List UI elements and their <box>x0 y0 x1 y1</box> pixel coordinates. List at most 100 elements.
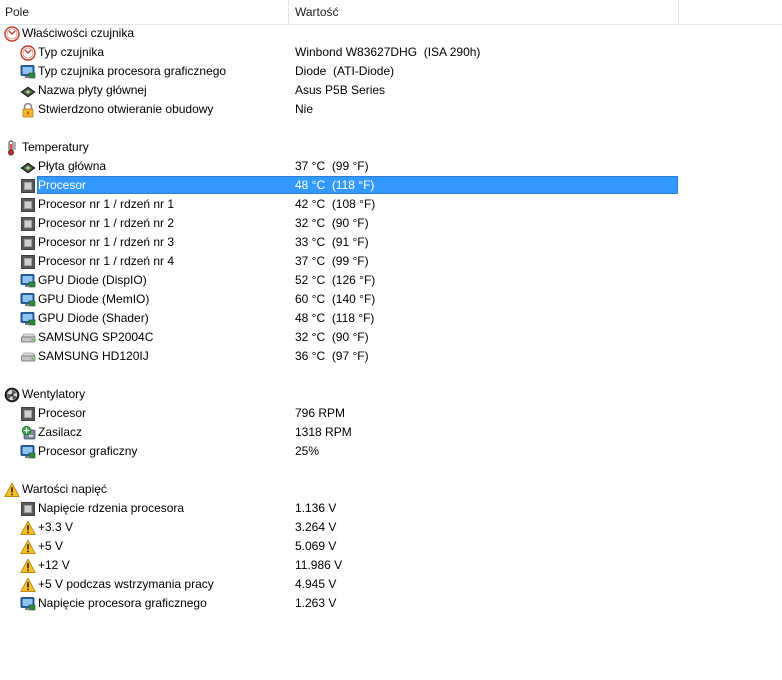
sensor-value: Nie <box>295 102 314 116</box>
sensor-value: 1.136 V <box>295 501 337 515</box>
sensor-row[interactable]: Procesor nr 1 / rdzeń nr 1 42 °C (108 °F) <box>0 195 782 214</box>
sensor-label: GPU Diode (MemIO) <box>38 292 150 306</box>
sensor-value: 1.263 V <box>295 596 337 610</box>
sensor-row[interactable]: Typ czujnika procesora graficznego Diode … <box>0 62 782 81</box>
sensor-row[interactable]: GPU Diode (MemIO) 60 °C (140 °F) <box>0 290 782 309</box>
cpu-icon <box>20 235 36 251</box>
sensor-value: 11.986 V <box>295 558 343 572</box>
column-header-value[interactable]: Wartość <box>289 0 679 24</box>
sensor-row[interactable]: Procesor 48 °C (118 °F) <box>0 176 782 195</box>
sensor-value: Winbond W83627DHG (ISA 290h) <box>295 45 481 59</box>
monitor-gpu-icon <box>20 292 36 308</box>
power-supply-icon <box>20 425 36 441</box>
sensor-label: Płyta główna <box>38 159 107 173</box>
sensor-label: Zasilacz <box>38 425 83 439</box>
sensor-row[interactable]: SAMSUNG HD120IJ 36 °C (97 °F) <box>0 347 782 366</box>
sensor-row[interactable]: Procesor graficzny 25% <box>0 442 782 461</box>
sensor-label: Napięcie procesora graficznego <box>38 596 207 610</box>
sensor-icon <box>20 45 36 61</box>
sensor-label: Procesor <box>38 406 87 420</box>
sensor-label: Napięcie rdzenia procesora <box>38 501 185 515</box>
sensor-label: Procesor graficzny <box>38 444 138 458</box>
sensor-value: Diode (ATI-Diode) <box>295 64 395 78</box>
sensor-label: Procesor nr 1 / rdzeń nr 1 <box>38 197 175 211</box>
sensor-label: Procesor nr 1 / rdzeń nr 2 <box>38 216 175 230</box>
sensor-row[interactable]: +5 V podczas wstrzymania pracy 4.945 V <box>0 575 782 594</box>
sensor-value: 5.069 V <box>295 539 337 553</box>
monitor-gpu-icon <box>20 64 36 80</box>
column-header: Pole Wartość <box>0 0 782 25</box>
column-header-empty <box>679 0 782 24</box>
section-header-temperatury[interactable]: Temperatury <box>0 138 782 157</box>
section-title: Właściwości czujnika <box>22 26 135 40</box>
sensor-row[interactable]: Procesor 796 RPM <box>0 404 782 423</box>
monitor-gpu-icon <box>20 596 36 612</box>
sensor-label: Stwierdzono otwieranie obudowy <box>38 102 214 116</box>
sensor-row[interactable]: Stwierdzono otwieranie obudowy Nie <box>0 100 782 119</box>
sensor-label: +5 V podczas wstrzymania pracy <box>38 577 214 591</box>
sensor-label: +3.3 V <box>38 520 74 534</box>
sensor-value: Asus P5B Series <box>295 83 386 97</box>
section-title: Temperatury <box>22 140 89 154</box>
section-header-wentylatory[interactable]: Wentylatory <box>0 385 782 404</box>
sensor-row[interactable]: Procesor nr 1 / rdzeń nr 2 32 °C (90 °F) <box>0 214 782 233</box>
thermometer-icon <box>4 140 20 156</box>
sensor-row[interactable]: Procesor nr 1 / rdzeń nr 3 33 °C (91 °F) <box>0 233 782 252</box>
sensor-value: 1318 RPM <box>295 425 352 439</box>
sensor-value: 4.945 V <box>295 577 337 591</box>
sensor-label: GPU Diode (DispIO) <box>38 273 147 287</box>
sensor-row[interactable]: Typ czujnika Winbond W83627DHG (ISA 290h) <box>0 43 782 62</box>
sensor-value: 25% <box>295 444 320 458</box>
monitor-gpu-icon <box>20 311 36 327</box>
cpu-icon <box>20 197 36 213</box>
sensor-row[interactable]: SAMSUNG SP2004C 32 °C (90 °F) <box>0 328 782 347</box>
monitor-gpu-icon <box>20 444 36 460</box>
motherboard-icon <box>20 83 36 99</box>
warning-icon <box>20 520 36 536</box>
sensor-label: Procesor <box>38 178 87 192</box>
sensor-row[interactable]: +3.3 V 3.264 V <box>0 518 782 537</box>
sensor-row[interactable]: Zasilacz 1318 RPM <box>0 423 782 442</box>
sensor-row[interactable]: GPU Diode (DispIO) 52 °C (126 °F) <box>0 271 782 290</box>
sensor-row[interactable]: Nazwa płyty głównej Asus P5B Series <box>0 81 782 100</box>
sensor-row[interactable]: +12 V 11.986 V <box>0 556 782 575</box>
sensor-row[interactable]: Napięcie procesora graficznego 1.263 V <box>0 594 782 613</box>
sensor-label: +5 V <box>38 539 64 553</box>
sensor-value: 796 RPM <box>295 406 346 420</box>
sensor-row[interactable]: Procesor nr 1 / rdzeń nr 4 37 °C (99 °F) <box>0 252 782 271</box>
section-header-wlasciwosci-czujnika[interactable]: Właściwości czujnika <box>0 24 782 43</box>
section-title: Wartości napięć <box>22 482 107 496</box>
cpu-icon <box>20 216 36 232</box>
monitor-gpu-icon <box>20 273 36 289</box>
sensor-label: +12 V <box>38 558 70 572</box>
sensor-value: 48 °C (118 °F) <box>295 311 375 325</box>
lock-icon <box>20 102 36 118</box>
sensor-value: 36 °C (97 °F) <box>295 349 369 363</box>
sensor-row[interactable]: Płyta główna 37 °C (99 °F) <box>0 157 782 176</box>
warning-icon <box>20 577 36 593</box>
warning-icon <box>20 558 36 574</box>
sensor-label: Typ czujnika procesora graficznego <box>38 64 227 78</box>
sensor-row[interactable]: +5 V 5.069 V <box>0 537 782 556</box>
sensor-value: 60 °C (140 °F) <box>295 292 376 306</box>
cpu-icon <box>20 406 36 422</box>
sensor-icon <box>4 26 20 42</box>
section-title: Wentylatory <box>22 387 86 401</box>
section-header-wartosci-napiec[interactable]: Wartości napięć <box>0 480 782 499</box>
sensor-value: 37 °C (99 °F) <box>295 159 369 173</box>
sensor-label: Procesor nr 1 / rdzeń nr 4 <box>38 254 175 268</box>
column-header-field[interactable]: Pole <box>0 0 289 24</box>
sensor-value: 32 °C (90 °F) <box>295 216 369 230</box>
hard-drive-icon <box>20 330 36 346</box>
sensor-value: 33 °C (91 °F) <box>295 235 369 249</box>
sensor-value: 32 °C (90 °F) <box>295 330 369 344</box>
sensor-label: Procesor nr 1 / rdzeń nr 3 <box>38 235 175 249</box>
sensor-label: Nazwa płyty głównej <box>38 83 147 97</box>
sensor-label: SAMSUNG HD120IJ <box>38 349 149 363</box>
sensor-row[interactable]: Napięcie rdzenia procesora 1.136 V <box>0 499 782 518</box>
cpu-icon <box>20 178 36 194</box>
cpu-icon <box>20 254 36 270</box>
sensor-row[interactable]: GPU Diode (Shader) 48 °C (118 °F) <box>0 309 782 328</box>
